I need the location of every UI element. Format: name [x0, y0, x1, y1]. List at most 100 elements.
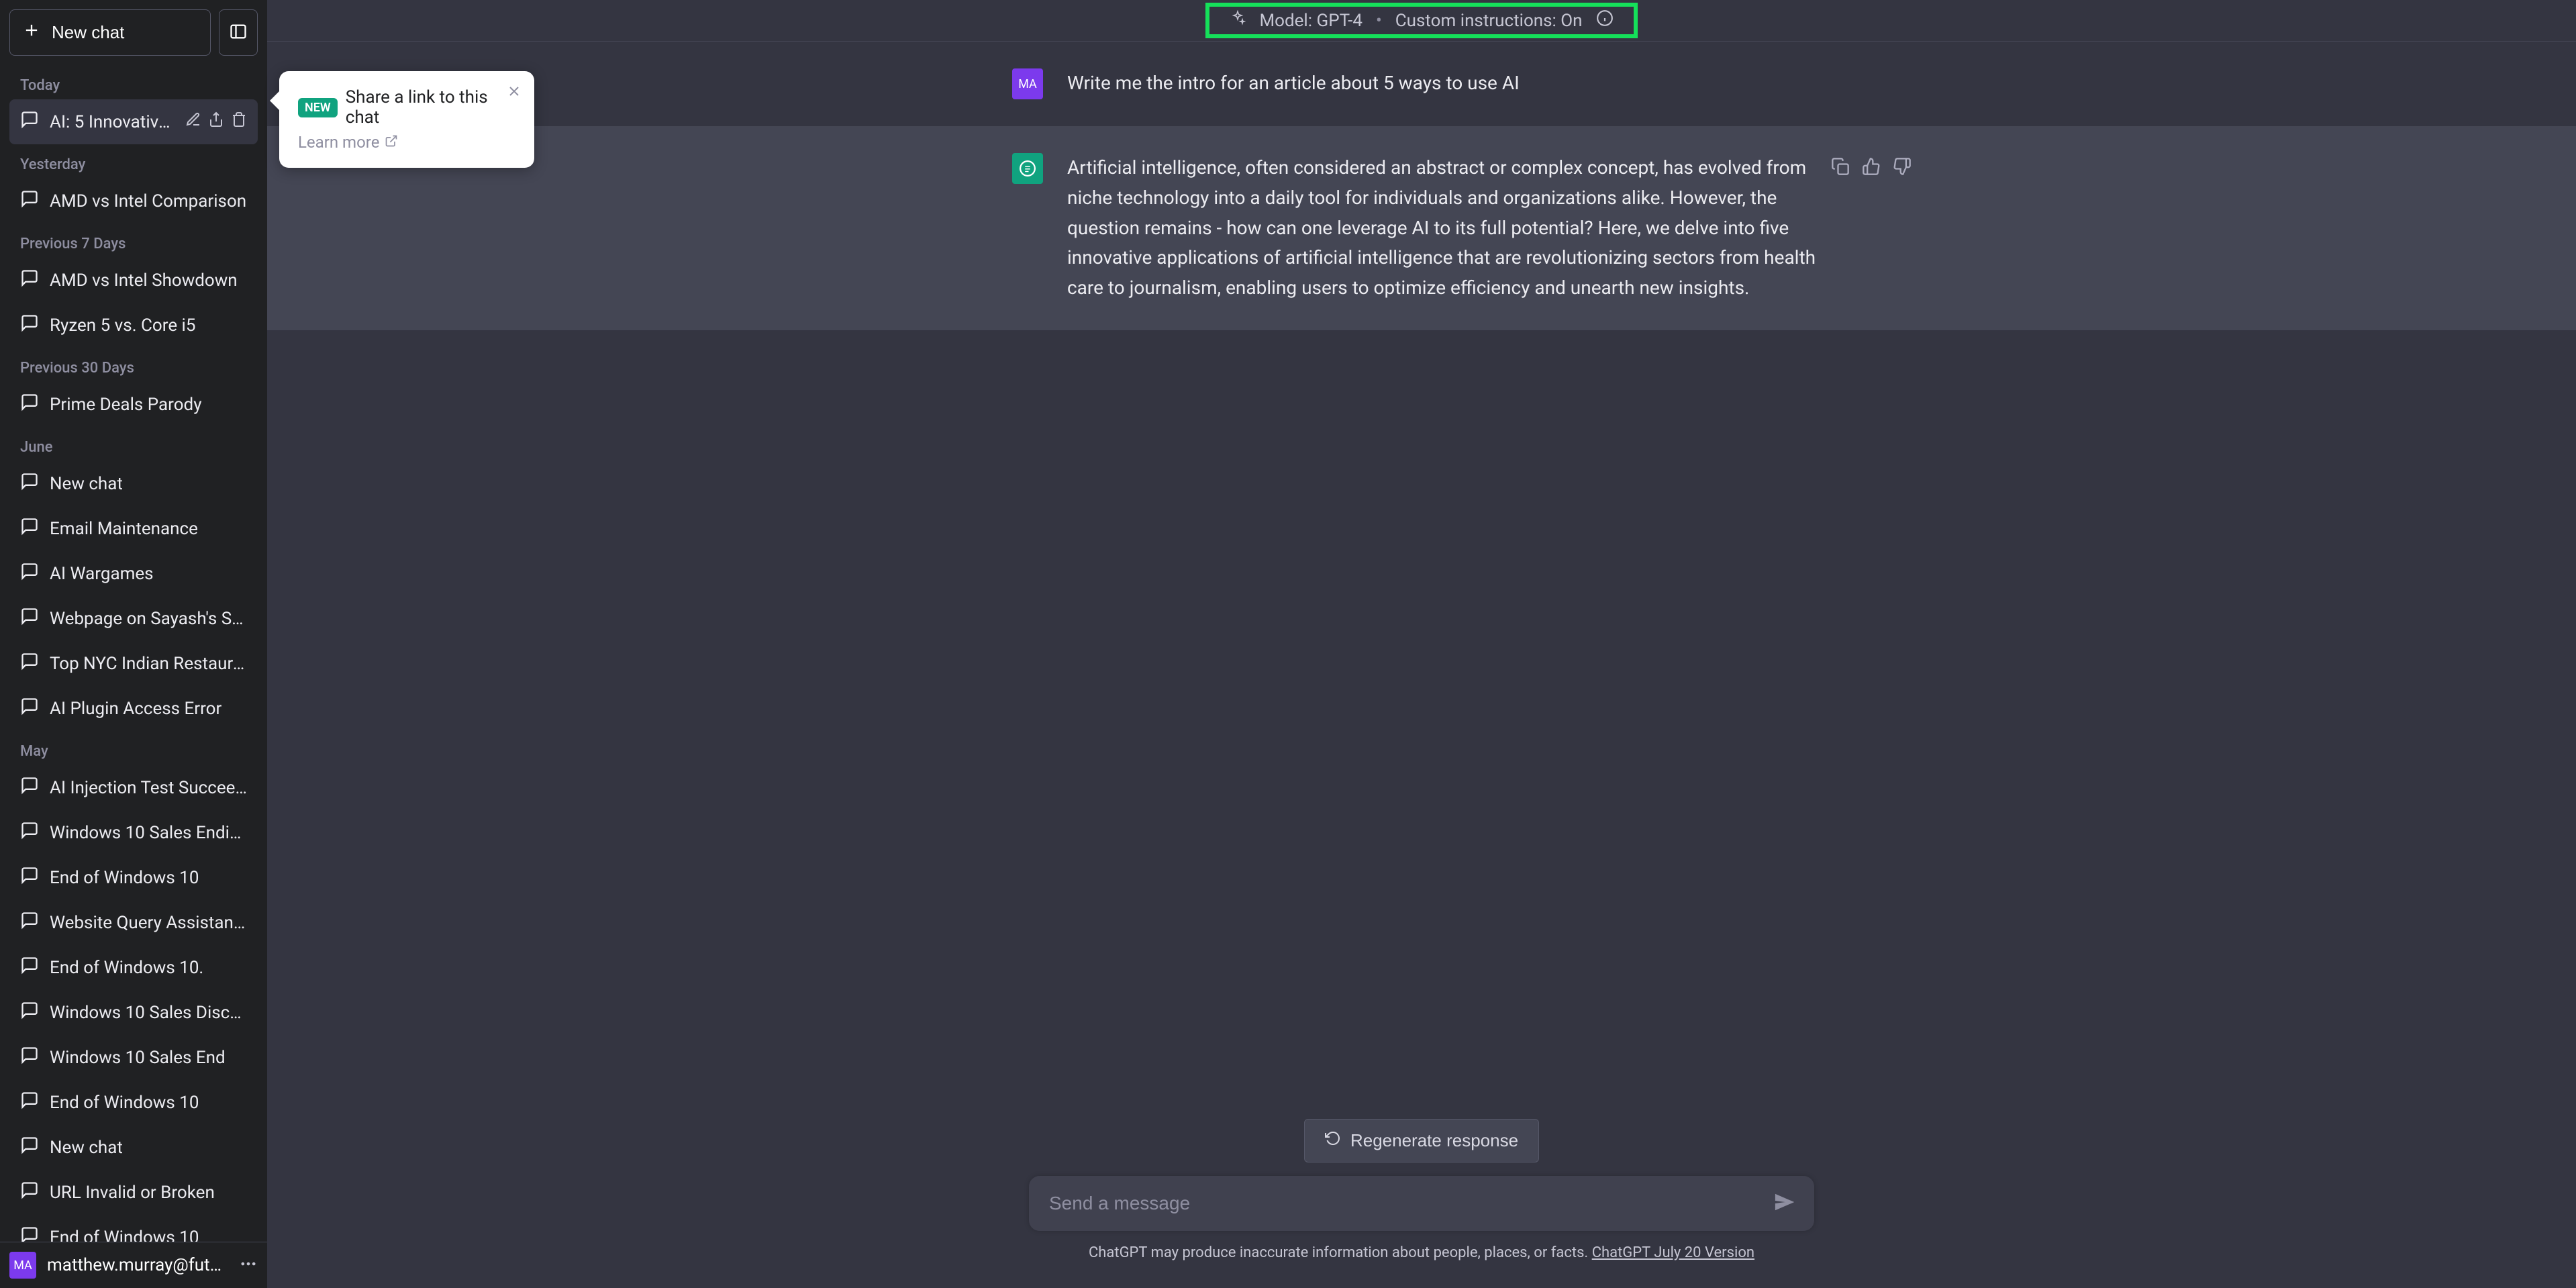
assistant-message-avatar [1012, 153, 1043, 184]
chat-item[interactable]: Top NYC Indian Restaurants [9, 641, 258, 686]
chat-list[interactable]: TodayAI: 5 Innovative AppliYesterdayAMD … [0, 65, 267, 1242]
tooltip-close-button[interactable] [506, 83, 522, 102]
version-link[interactable]: ChatGPT July 20 Version [1592, 1244, 1754, 1261]
user-message-row: MA Write me the intro for an article abo… [267, 42, 2576, 126]
sidebar-top: New chat [0, 0, 267, 65]
sidebar-toggle-icon [229, 22, 248, 43]
user-message-avatar: MA [1012, 68, 1043, 99]
model-bar: Model: GPT-4 • Custom instructions: On [267, 0, 2576, 42]
chat-icon [20, 911, 39, 934]
chat-item-label: AMD vs Intel Comparison [50, 191, 247, 211]
chat-item-label: New chat [50, 474, 247, 494]
chat-item-label: Prime Deals Parody [50, 395, 247, 415]
sidebar: New chat TodayAI: 5 Innovative AppliYest… [0, 0, 267, 1288]
chat-item-label: Website Query Assistance [50, 913, 247, 933]
sidebar-footer[interactable]: MA matthew.murray@futur... [0, 1242, 267, 1288]
learn-more-link[interactable]: Learn more [298, 133, 515, 152]
learn-more-label: Learn more [298, 133, 379, 152]
model-label: Model: GPT-4 [1259, 11, 1363, 31]
chat-icon [20, 1136, 39, 1159]
chat-item-label: New chat [50, 1138, 247, 1158]
chat-item-label: AI Injection Test Succeeds [50, 778, 247, 798]
separator-dot: • [1376, 11, 1382, 31]
chat-item[interactable]: End of Windows 10 [9, 855, 258, 900]
chat-item[interactable]: Ryzen 5 vs. Core i5 [9, 303, 258, 348]
chat-item[interactable]: End of Windows 10 [9, 1215, 258, 1242]
custom-instructions-label: Custom instructions: On [1395, 11, 1583, 31]
chat-item[interactable]: Prime Deals Parody [9, 382, 258, 427]
date-header: Previous 7 Days [9, 224, 258, 258]
chat-item-label: Top NYC Indian Restaurants [50, 654, 247, 674]
edit-icon[interactable] [185, 111, 201, 132]
chat-item-label: AI: 5 Innovative Appli [50, 112, 175, 132]
user-avatar: MA [9, 1252, 36, 1279]
chat-icon [20, 110, 39, 134]
chat-item[interactable]: End of Windows 10 [9, 1080, 258, 1125]
thumbs-down-icon[interactable] [1893, 157, 1912, 179]
user-message-text: Write me the intro for an article about … [1067, 68, 1831, 99]
plus-icon [22, 21, 41, 44]
tooltip-title: Share a link to this chat [346, 87, 515, 128]
message-input[interactable] [1049, 1193, 1774, 1214]
messages-container: MA Write me the intro for an article abo… [267, 42, 2576, 1119]
disclaimer-text: ChatGPT may produce inaccurate informati… [1089, 1244, 1592, 1261]
assistant-message-text: Artificial intelligence, often considere… [1067, 153, 1831, 303]
disclaimer: ChatGPT may produce inaccurate informati… [1089, 1244, 1754, 1261]
chat-icon [20, 1226, 39, 1242]
chat-item-label: End of Windows 10. [50, 958, 247, 978]
thumbs-up-icon[interactable] [1862, 157, 1881, 179]
new-badge: NEW [298, 98, 338, 117]
chat-item-label: Webpage on Sayash's Site [50, 609, 247, 629]
chat-item[interactable]: AMD vs Intel Comparison [9, 179, 258, 224]
date-header: Previous 30 Days [9, 348, 258, 382]
hide-sidebar-button[interactable] [219, 9, 258, 56]
chat-item[interactable]: Windows 10 Sales Discontinued [9, 990, 258, 1035]
chat-item-label: URL Invalid or Broken [50, 1183, 247, 1203]
bottom-area: Regenerate response ChatGPT may produce … [267, 1119, 2576, 1288]
chat-icon [20, 313, 39, 337]
user-email: matthew.murray@futur... [47, 1255, 228, 1275]
trash-icon[interactable] [231, 111, 247, 132]
chat-icon [20, 652, 39, 675]
chat-item[interactable]: Webpage on Sayash's Site [9, 596, 258, 641]
chat-item[interactable]: AMD vs Intel Showdown [9, 258, 258, 303]
chat-item[interactable]: Website Query Assistance [9, 900, 258, 945]
date-header: May [9, 731, 258, 765]
new-chat-button[interactable]: New chat [9, 9, 211, 56]
chat-item[interactable]: End of Windows 10. [9, 945, 258, 990]
main-area: Model: GPT-4 • Custom instructions: On M… [267, 0, 2576, 1288]
refresh-icon [1325, 1130, 1341, 1151]
chat-item[interactable]: Windows 10 Sales Ending. [9, 810, 258, 855]
chat-item[interactable]: New chat [9, 1125, 258, 1170]
chat-icon [20, 821, 39, 844]
share-tooltip: NEW Share a link to this chat Learn more [279, 71, 534, 168]
chat-icon [20, 1046, 39, 1069]
chat-item[interactable]: AI Plugin Access Error [9, 686, 258, 731]
more-icon[interactable] [239, 1254, 258, 1276]
new-chat-label: New chat [52, 22, 124, 43]
chat-item[interactable]: Windows 10 Sales End [9, 1035, 258, 1080]
chat-icon [20, 517, 39, 540]
chat-icon [20, 607, 39, 630]
chat-item-label: Windows 10 Sales Ending. [50, 823, 247, 843]
chat-item[interactable]: AI: 5 Innovative Appli [9, 99, 258, 144]
chat-item-label: Windows 10 Sales End [50, 1048, 247, 1068]
chat-icon [20, 268, 39, 292]
chat-item-actions [185, 111, 247, 132]
chat-icon [20, 866, 39, 889]
chat-item[interactable]: AI Wargames [9, 551, 258, 596]
regenerate-button[interactable]: Regenerate response [1304, 1119, 1539, 1162]
chat-icon [20, 1091, 39, 1114]
chat-item[interactable]: Email Maintenance [9, 506, 258, 551]
chat-icon [20, 472, 39, 495]
chat-item[interactable]: URL Invalid or Broken [9, 1170, 258, 1215]
chat-icon [20, 189, 39, 213]
share-icon[interactable] [208, 111, 224, 132]
chat-item[interactable]: AI Injection Test Succeeds [9, 765, 258, 810]
chat-item[interactable]: New chat [9, 461, 258, 506]
send-button[interactable] [1774, 1192, 1794, 1215]
info-icon[interactable] [1596, 9, 1614, 32]
message-actions [1831, 157, 1912, 179]
chat-icon [20, 697, 39, 720]
copy-icon[interactable] [1831, 157, 1850, 179]
